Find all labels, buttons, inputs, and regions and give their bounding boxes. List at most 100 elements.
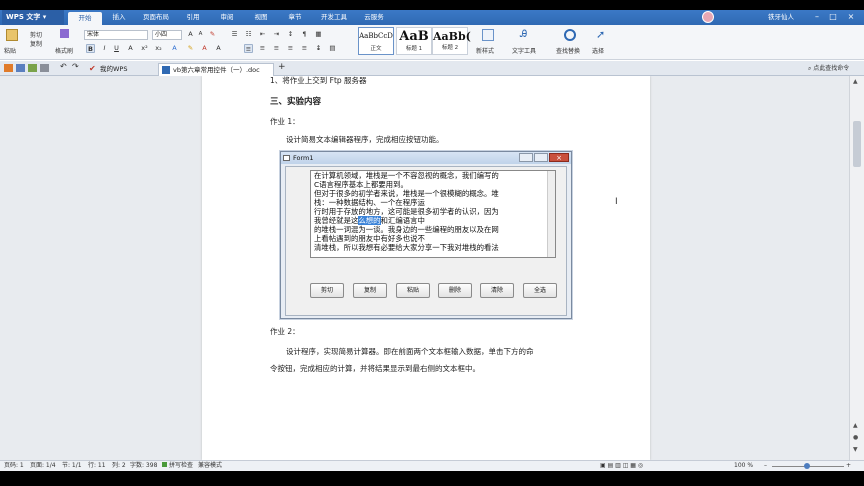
status-bar: 页码: 1 页面: 1/4 节: 1/1 行: 11 列: 2 字数: 398 … <box>0 460 864 471</box>
menu-tab-cloud[interactable]: 云服务 <box>358 10 390 25</box>
bullet-list-icon[interactable]: ☰ <box>230 30 239 39</box>
vertical-scrollbar[interactable]: ▲ ▲ ● ▼ <box>849 76 864 460</box>
undo-icon[interactable]: ↶ <box>60 62 67 71</box>
zoom-slider-thumb[interactable] <box>804 463 810 469</box>
text-tools-button[interactable]: 文字工具 <box>512 46 536 55</box>
distribute-icon[interactable]: ≡ <box>300 44 309 53</box>
zoom-out-icon[interactable]: – <box>764 461 767 471</box>
cursor-select-icon[interactable]: ➚ <box>596 28 605 41</box>
align-left-icon[interactable]: ≡ <box>244 44 253 53</box>
font-size-select[interactable]: 小四 <box>152 30 182 40</box>
quick-save-icon[interactable] <box>16 64 25 72</box>
zoom-in-icon[interactable]: + <box>846 461 851 471</box>
status-section: 节: 1/1 <box>62 462 82 469</box>
selected-text: 么想的 <box>358 216 381 225</box>
paste-label[interactable]: 粘贴 <box>4 46 16 55</box>
style-heading-1[interactable]: AaB 标题 1 <box>396 27 432 55</box>
cut-button[interactable]: 剪切 <box>30 30 42 39</box>
line-spacing-icon[interactable]: ↨ <box>314 44 323 53</box>
menu-tab-view[interactable]: 视图 <box>246 10 276 25</box>
style-heading-2[interactable]: AaBb( 标题 2 <box>432 27 471 55</box>
char-border-icon[interactable]: A <box>214 44 223 53</box>
indent-icon[interactable]: ⇥ <box>272 30 281 39</box>
format-painter-button[interactable]: 格式刷 <box>55 46 73 55</box>
quick-print-icon[interactable] <box>28 64 37 72</box>
style-normal[interactable]: AaBbCcD 正文 <box>358 27 394 55</box>
scroll-up-icon[interactable]: ▲ <box>853 78 858 85</box>
menu-tab-insert[interactable]: 插入 <box>104 10 134 25</box>
user-avatar[interactable] <box>702 11 714 23</box>
bottom-black-bar <box>0 471 864 486</box>
title-bar: WPS 文字 ▾ 开始 插入 页面布局 引用 审阅 视图 章节 开发工具 云服务… <box>0 10 864 25</box>
format-painter-icon[interactable] <box>60 29 69 38</box>
shading-icon[interactable]: ▤ <box>328 44 337 53</box>
close-icon[interactable]: × <box>846 12 856 22</box>
font-select[interactable]: 宋体 <box>84 30 148 40</box>
text-effect-icon[interactable]: A <box>170 44 179 53</box>
textbox-line: 清堆栈，所以我想有必要给大家分享一下我对堆栈的看法 <box>314 243 499 252</box>
sort-icon[interactable]: ↕ <box>286 30 295 39</box>
browse-object-icon[interactable]: ● <box>853 434 858 441</box>
select-button[interactable]: 选择 <box>592 46 604 55</box>
new-style-button[interactable]: 新样式 <box>476 46 494 55</box>
zoom-level[interactable]: 100 % <box>734 461 753 471</box>
grow-font-icon[interactable]: A <box>186 30 195 39</box>
clear-format-icon[interactable]: ✎ <box>208 30 217 39</box>
numbered-list-icon[interactable]: ☷ <box>244 30 253 39</box>
homework-2-description-line1: 设计程序，实现简易计算器。即在前面两个文本框输入数据，单击下方的命 <box>286 347 534 356</box>
font-color-icon[interactable]: A <box>200 44 209 53</box>
paste-icon[interactable] <box>6 29 18 41</box>
style-label: 标题 2 <box>441 45 459 51</box>
command-search[interactable]: ⌕ 点此查找命令 <box>808 63 864 75</box>
menu-tab-home[interactable]: 开始 <box>68 12 102 25</box>
borders-icon[interactable]: ▦ <box>314 30 323 39</box>
search-icon[interactable] <box>564 29 576 41</box>
tab-my-wps[interactable]: ✔ 我的WPS <box>86 63 156 76</box>
menu-tab-layout[interactable]: 页面布局 <box>136 10 176 25</box>
justify-icon[interactable]: ≡ <box>286 44 295 53</box>
textbox-line: 栈：一种数据结构、一个在程序运 <box>314 198 425 207</box>
copy-button[interactable]: 复制 <box>30 39 42 48</box>
menu-tab-reference[interactable]: 引用 <box>178 10 208 25</box>
textbox-scrollbar <box>547 171 555 257</box>
shrink-font-icon[interactable]: A <box>196 30 205 39</box>
next-page-icon[interactable]: ▼ <box>853 446 858 453</box>
outdent-icon[interactable]: ⇤ <box>258 30 267 39</box>
quick-open-icon[interactable] <box>4 64 13 72</box>
document-page[interactable]: 1、将作业上交到 Ftp 服务器 三、实验内容 作业 1： 设计简易文本编辑器程… <box>202 76 650 460</box>
menu-tab-developer[interactable]: 开发工具 <box>314 10 354 25</box>
bold-button[interactable]: B <box>86 44 95 53</box>
paragraph-mark-icon[interactable]: ¶ <box>300 30 309 39</box>
user-name[interactable]: 铁牙仙人 <box>768 10 794 25</box>
minimize-icon[interactable]: – <box>812 12 822 22</box>
align-right-icon[interactable]: ≡ <box>272 44 281 53</box>
status-compat-mode: 兼容模式 <box>198 462 223 469</box>
status-spell-check[interactable]: 拼写检查 <box>162 461 193 471</box>
superscript-icon[interactable]: x² <box>140 44 149 53</box>
underline-button[interactable]: U <box>112 44 121 53</box>
status-word-count[interactable]: 字数: 398 <box>130 461 157 471</box>
status-page[interactable]: 页面: 1/4 <box>30 461 56 471</box>
text-tools-icon[interactable]: Ꭿ <box>520 29 532 41</box>
menu-tab-review[interactable]: 审阅 <box>212 10 242 25</box>
scroll-thumb[interactable] <box>853 121 861 167</box>
delete-command-button: 删除 <box>438 283 472 298</box>
new-tab-icon[interactable]: + <box>278 62 286 72</box>
italic-button[interactable]: I <box>100 44 109 53</box>
subscript-icon[interactable]: x₂ <box>154 44 163 53</box>
menu-tab-chapter[interactable]: 章节 <box>280 10 310 25</box>
homework-1-description: 设计简易文本编辑器程序，完成相应按钮功能。 <box>286 135 444 144</box>
redo-icon[interactable]: ↷ <box>72 62 79 71</box>
strikethrough-icon[interactable]: A <box>126 44 135 53</box>
view-mode-icons[interactable]: ▣ ▤ ▥ ◫ ▦ ◎ <box>600 461 643 471</box>
maximize-icon[interactable]: □ <box>828 12 838 22</box>
align-center-icon[interactable]: ≡ <box>258 44 267 53</box>
new-style-icon[interactable] <box>482 29 494 41</box>
find-replace-button[interactable]: 查找替换 <box>556 46 580 55</box>
quick-preview-icon[interactable] <box>40 64 49 72</box>
prev-page-icon[interactable]: ▲ <box>853 422 858 429</box>
highlight-icon[interactable]: ✎ <box>186 44 195 53</box>
tab-document[interactable]: vb第六章常用控件（一）.doc <box>158 63 274 76</box>
status-page-number[interactable]: 页码: 1 <box>4 461 24 471</box>
app-menu-button[interactable]: WPS 文字 ▾ <box>2 10 64 25</box>
